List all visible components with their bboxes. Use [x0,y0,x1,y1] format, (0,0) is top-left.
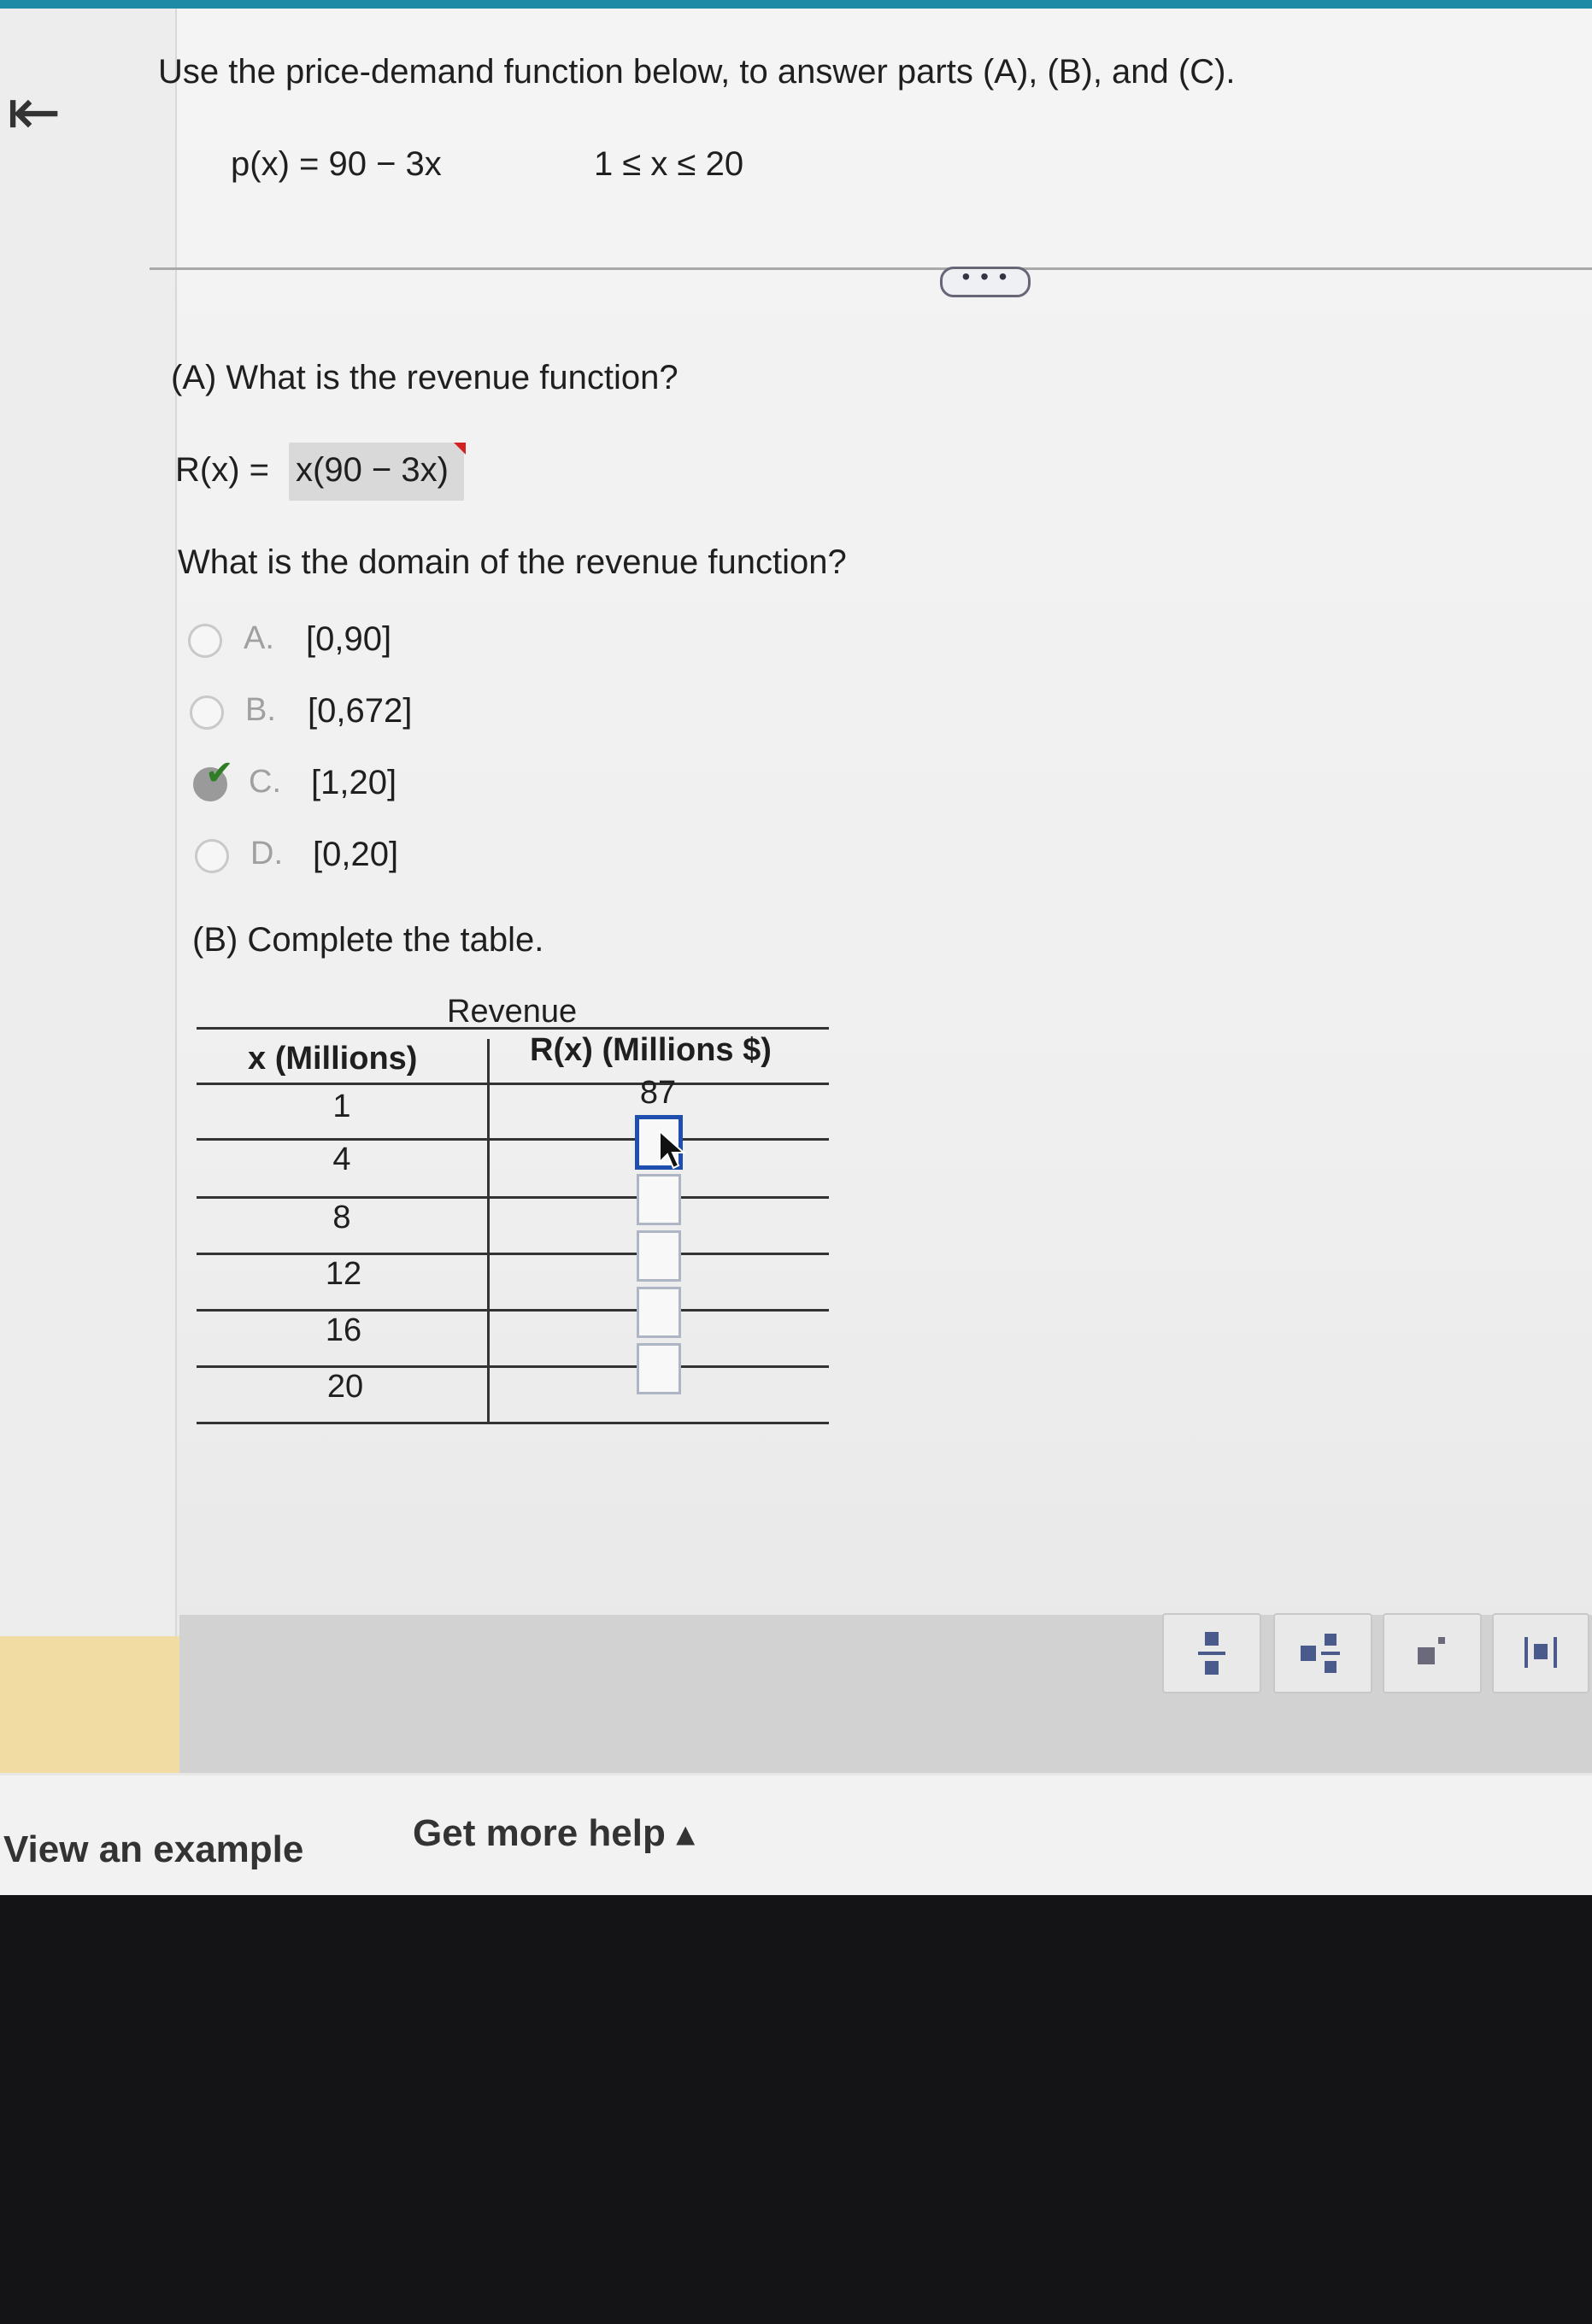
table-rule [197,1365,829,1368]
cell-x: 4 [332,1141,351,1177]
mouse-cursor-icon [659,1130,686,1170]
radio-d[interactable] [195,839,229,873]
cell-x: 16 [325,1312,362,1348]
part-a-question: (A) What is the revenue function? [171,359,679,396]
header-x: x (Millions) [248,1041,418,1077]
option-letter: A. [244,620,274,656]
expand-more-button[interactable]: • • • [940,265,1031,297]
option-text: [0,20] [313,836,399,873]
option-text: [1,20] [311,764,397,801]
math-toolbar [179,1615,1592,1773]
option-text: [0,90] [306,620,392,658]
option-a[interactable]: A. [0,90] [188,615,444,666]
option-letter: B. [245,692,276,728]
domain-question: What is the domain of the revenue functi… [178,543,847,581]
left-panel-highlight [0,1636,179,1773]
absolute-value-tool-button[interactable] [1492,1613,1589,1693]
fraction-icon [1198,1632,1225,1675]
table-rule [197,1253,829,1255]
exponent-icon [1418,1637,1445,1664]
answer-box-r12[interactable] [637,1230,681,1282]
fraction-tool-button[interactable] [1162,1613,1261,1693]
cell-r: 87 [639,1075,677,1111]
header-r: R(x) (Millions $) [530,1032,772,1068]
left-panel [0,9,177,1640]
answer-box-r20[interactable] [637,1343,681,1394]
answer-flag-icon [454,443,466,455]
get-more-help-link[interactable]: Get more help ▴ [413,1811,695,1855]
part-b-question: (B) Complete the table. [192,921,544,959]
revenue-answer-field[interactable]: x(90 − 3x) [289,443,466,501]
table-column-divider [487,1039,490,1422]
divider [150,267,1592,270]
radio-b[interactable] [190,695,224,730]
option-letter: D. [250,836,283,872]
monitor-bezel [0,1895,1592,2324]
question-intro: Use the price-demand function below, to … [158,53,1236,91]
absolute-value-icon [1524,1637,1557,1668]
answer-box-r8[interactable] [637,1174,681,1225]
option-c[interactable]: ✔ C. [1,20] [193,754,449,810]
price-function: p(x) = 90 − 3x [231,145,442,183]
cell-x: 20 [326,1369,364,1405]
table-rule [197,1196,829,1199]
option-d[interactable]: D. [0,20] [195,830,451,882]
cell-x: 1 [332,1089,351,1124]
checkmark-icon: ✔ [205,754,234,792]
back-to-start-icon[interactable]: ⇤ [7,79,75,147]
option-letter: C. [249,764,281,800]
revenue-answer-value: x(90 − 3x) [296,451,449,489]
view-example-link[interactable]: View an example [3,1828,303,1871]
answer-box-r16[interactable] [637,1287,681,1338]
table-rule [197,1309,829,1312]
table-rule [197,1422,829,1424]
option-b[interactable]: B. [0,672] [190,687,446,738]
table-rule [197,1027,829,1030]
exponent-tool-button[interactable] [1383,1613,1482,1693]
cell-x: 8 [332,1200,351,1235]
radio-a[interactable] [188,624,222,658]
mixed-number-icon [1301,1634,1340,1673]
table-caption: Revenue [447,994,578,1030]
table-rule [197,1138,829,1141]
option-text: [0,672] [308,692,413,730]
mixed-number-tool-button[interactable] [1273,1613,1372,1693]
revenue-label: R(x) = [175,451,269,489]
domain-constraint: 1 ≤ x ≤ 20 [594,145,744,183]
cell-x: 12 [325,1256,362,1292]
